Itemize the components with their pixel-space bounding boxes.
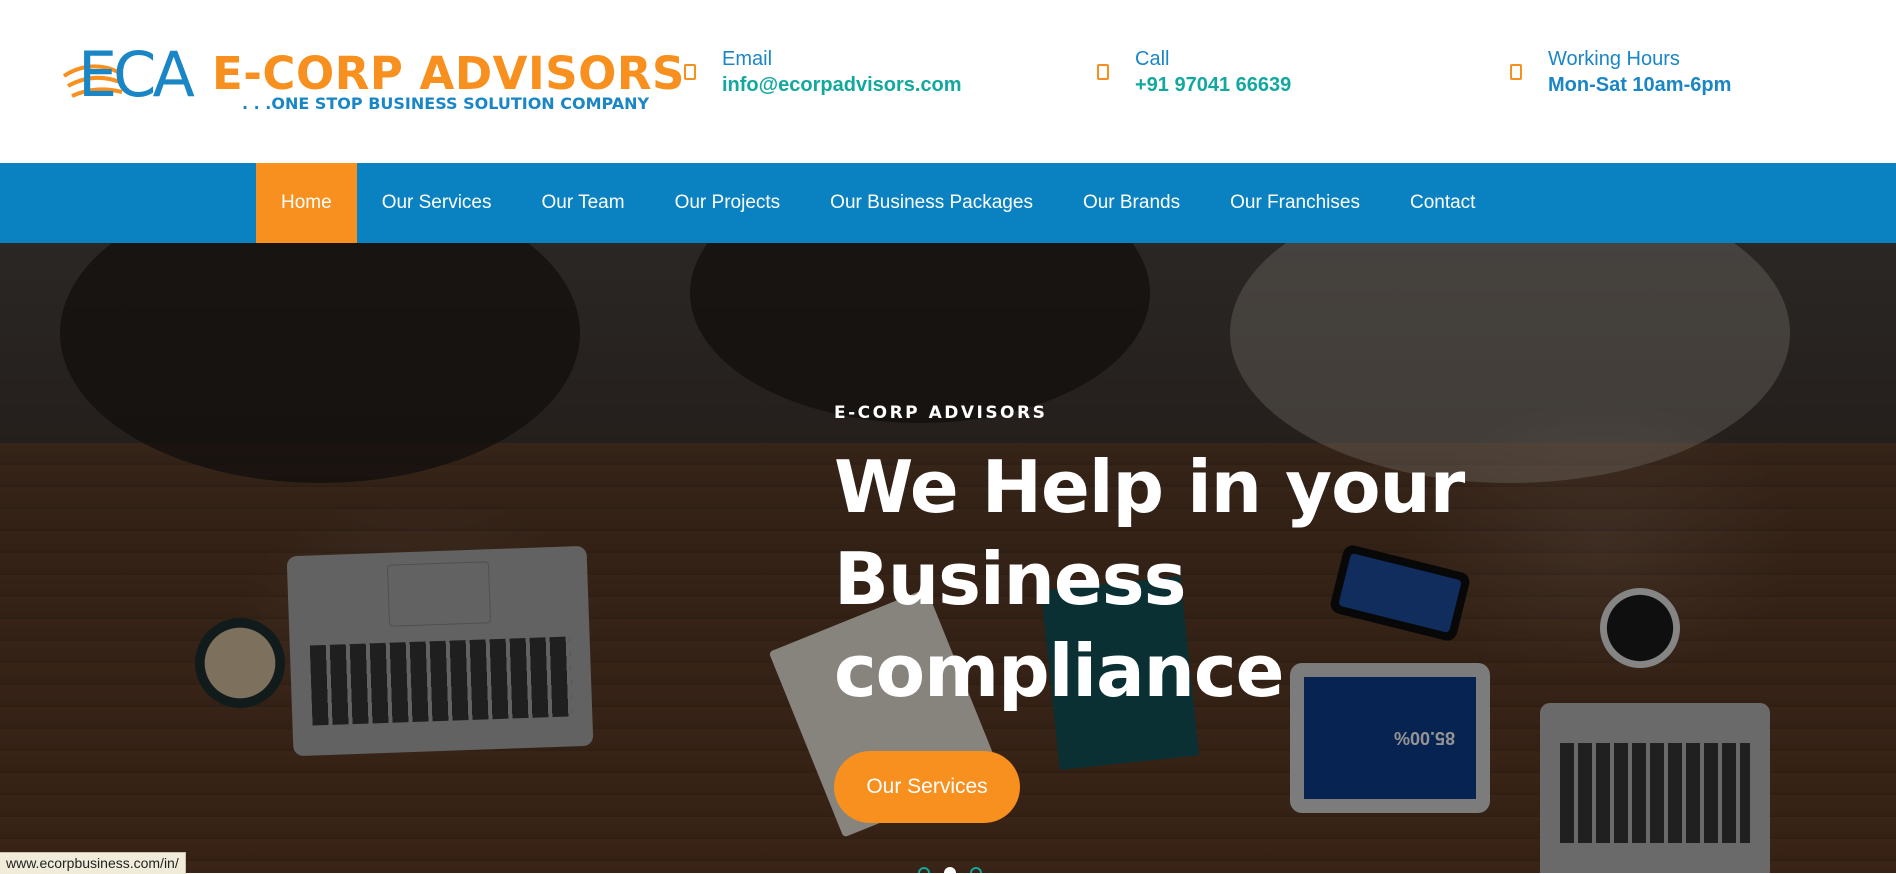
clock-icon [1510,64,1522,80]
slider-dot-2[interactable] [944,867,956,873]
nav-item-our-services[interactable]: Our Services [357,163,517,243]
nav-item-home[interactable]: Home [256,163,357,243]
contact-call-label: Call [1135,48,1170,70]
phone-icon [1097,64,1109,80]
envelope-icon [684,64,696,80]
nav-item-our-team[interactable]: Our Team [517,163,650,243]
slider-dot-1[interactable] [918,867,930,873]
slider-dots [918,867,982,873]
hero-title-line-1: We Help in your [834,445,1465,529]
nav-list: Home Our Services Our Team Our Projects … [256,163,1500,243]
nav-item-contact[interactable]: Contact [1385,163,1500,243]
hero-title: We Help in your Business compliance [834,441,1534,717]
contact-hours-value: Mon-Sat 10am-6pm [1548,74,1732,96]
nav-item-our-projects[interactable]: Our Projects [650,163,806,243]
site-header: ECA E-CORP ADVISORS . . .ONE STOP BUSINE… [0,0,1896,163]
nav-item-our-franchises[interactable]: Our Franchises [1205,163,1385,243]
nav-item-our-brands[interactable]: Our Brands [1058,163,1205,243]
nav-item-business-packages[interactable]: Our Business Packages [805,163,1058,243]
contact-email-label: Email [722,48,773,70]
logo-mark-text: ECA [78,38,195,111]
our-services-button[interactable]: Our Services [834,751,1020,823]
logo[interactable]: ECA E-CORP ADVISORS . . .ONE STOP BUSINE… [62,38,684,122]
browser-status-url: www.ecorpbusiness.com/in/ [0,852,186,874]
slider-dot-3[interactable] [970,867,982,873]
contact-call-value[interactable]: +91 97041 66639 [1135,74,1291,97]
hero-eyebrow: E-CORP ADVISORS [834,403,1048,423]
contact-email-value[interactable]: info@ecorpadvisors.com [722,74,962,97]
hero-content: E-CORP ADVISORS We Help in your Business… [834,403,1534,823]
main-nav: Home Our Services Our Team Our Projects … [0,163,1896,243]
logo-tagline: . . .ONE STOP BUSINESS SOLUTION COMPANY [242,94,650,113]
hero-slider: 85.00% E-CORP ADVISORS We Help in your B… [0,243,1896,873]
hero-title-line-3: compliance [834,629,1284,713]
contact-hours-label: Working Hours [1548,48,1680,70]
hero-title-line-2: Business [834,537,1186,621]
